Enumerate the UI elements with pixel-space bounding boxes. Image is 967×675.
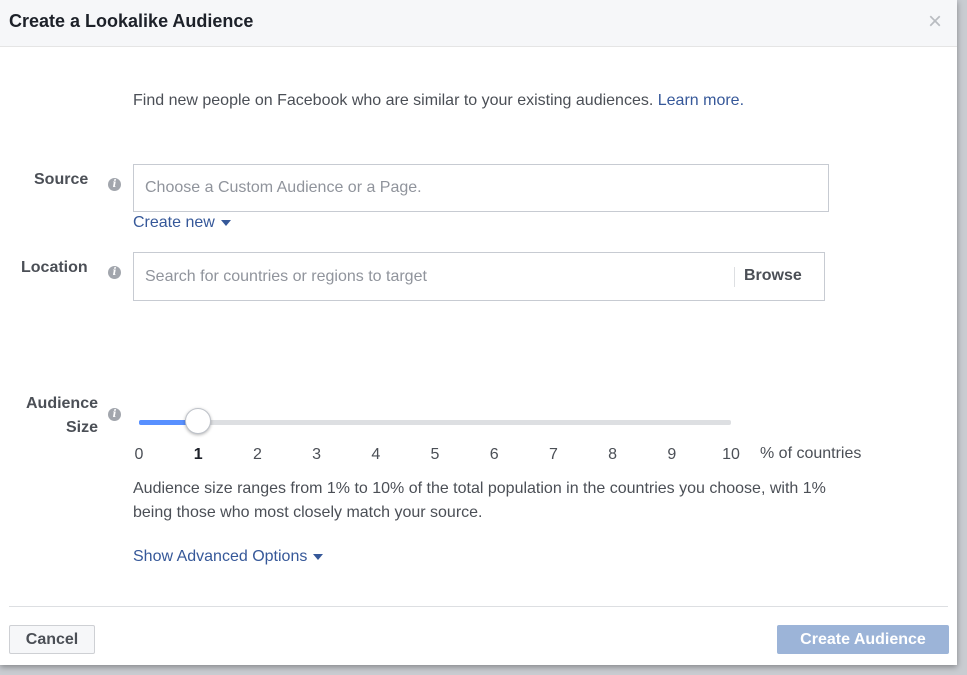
audience-size-slider-track[interactable] [139, 420, 731, 425]
audience-size-label: Audience Size [14, 392, 98, 440]
caret-down-icon [220, 219, 231, 226]
caret-down-icon [313, 553, 324, 560]
source-info-icon[interactable]: i [108, 178, 121, 191]
tick-label[interactable]: 1 [194, 446, 203, 464]
create-new-label: Create new [133, 214, 215, 231]
audience-size-label-line2: Size [65, 419, 98, 436]
tick-label[interactable]: 7 [549, 446, 558, 464]
tick-label[interactable]: 4 [371, 446, 380, 464]
background-app-edge-bottom [0, 665, 967, 675]
dialog-title: Create a Lookalike Audience [9, 11, 254, 31]
tick-label[interactable]: 9 [667, 446, 676, 464]
location-info-icon[interactable]: i [108, 266, 121, 279]
tick-label[interactable]: 2 [253, 446, 262, 464]
show-advanced-options-toggle[interactable]: Show Advanced Options [133, 548, 324, 566]
tick-label[interactable]: 5 [431, 446, 440, 464]
tick-label[interactable]: 0 [135, 446, 144, 464]
lookalike-audience-dialog: Create a Lookalike Audience × Find new p… [0, 0, 957, 665]
intro-description: Find new people on Facebook who are simi… [133, 92, 654, 109]
audience-size-slider-thumb[interactable] [185, 408, 212, 434]
create-audience-button[interactable]: Create Audience [777, 625, 949, 654]
footer-divider [9, 606, 948, 607]
browse-button[interactable]: Browse [744, 253, 802, 299]
audience-size-unit: % of countries [760, 445, 862, 462]
location-search-input[interactable] [145, 253, 725, 300]
create-new-dropdown[interactable]: Create new [133, 214, 231, 232]
show-advanced-options-label: Show Advanced Options [133, 548, 308, 565]
location-label: Location [21, 259, 88, 276]
tick-label[interactable]: 8 [608, 446, 617, 464]
audience-size-info-icon[interactable]: i [108, 408, 121, 421]
close-icon[interactable]: × [928, 10, 942, 34]
source-label: Source [34, 171, 89, 188]
audience-size-label-line1: Audience [25, 395, 98, 412]
source-input[interactable] [145, 165, 815, 211]
tick-label[interactable]: 3 [312, 446, 321, 464]
learn-more-link[interactable]: Learn more. [658, 92, 744, 109]
cancel-button[interactable]: Cancel [9, 625, 95, 654]
source-field[interactable] [133, 164, 829, 212]
dialog-header: Create a Lookalike Audience × [0, 0, 957, 47]
background-app-edge [957, 0, 967, 675]
tick-label[interactable]: 10 [722, 446, 740, 464]
location-field[interactable]: Browse [133, 252, 825, 301]
intro-text: Find new people on Facebook who are simi… [133, 89, 833, 113]
browse-divider [734, 267, 735, 287]
audience-size-description: Audience size ranges from 1% to 10% of t… [133, 480, 826, 521]
tick-label[interactable]: 6 [490, 446, 499, 464]
